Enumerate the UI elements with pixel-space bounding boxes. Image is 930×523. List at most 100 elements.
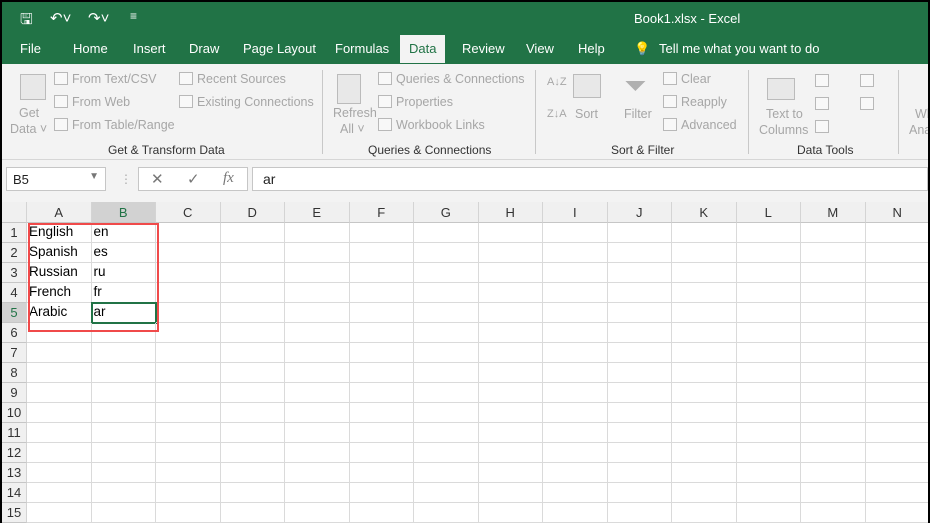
cell-K11[interactable]: [672, 423, 737, 443]
cell-A5[interactable]: Arabic: [27, 303, 92, 323]
cell-I12[interactable]: [543, 443, 608, 463]
cell-N6[interactable]: [865, 323, 928, 343]
cell-M13[interactable]: [801, 463, 866, 483]
cell-B15[interactable]: [91, 503, 156, 523]
cell-J6[interactable]: [607, 323, 672, 343]
cell-L11[interactable]: [736, 423, 801, 443]
cell-B2[interactable]: es: [91, 243, 156, 263]
cell-B11[interactable]: [91, 423, 156, 443]
cell-M12[interactable]: [801, 443, 866, 463]
cell-G12[interactable]: [414, 443, 479, 463]
cell-J2[interactable]: [607, 243, 672, 263]
cell-C8[interactable]: [156, 363, 221, 383]
cell-F12[interactable]: [349, 443, 414, 463]
row-header-5[interactable]: 5: [2, 303, 27, 323]
cell-L13[interactable]: [736, 463, 801, 483]
cell-I3[interactable]: [543, 263, 608, 283]
reapply-button[interactable]: Reapply: [663, 95, 727, 109]
cell-M7[interactable]: [801, 343, 866, 363]
cell-E13[interactable]: [285, 463, 350, 483]
column-header-F[interactable]: F: [349, 202, 414, 223]
cell-N8[interactable]: [865, 363, 928, 383]
cell-C13[interactable]: [156, 463, 221, 483]
cell-I7[interactable]: [543, 343, 608, 363]
cell-J1[interactable]: [607, 223, 672, 243]
cell-H11[interactable]: [478, 423, 543, 443]
cell-F8[interactable]: [349, 363, 414, 383]
cell-N7[interactable]: [865, 343, 928, 363]
tab-view[interactable]: View: [526, 34, 554, 64]
cell-G1[interactable]: [414, 223, 479, 243]
cell-K12[interactable]: [672, 443, 737, 463]
cell-I11[interactable]: [543, 423, 608, 443]
cell-H8[interactable]: [478, 363, 543, 383]
cell-A4[interactable]: French: [27, 283, 92, 303]
cell-G7[interactable]: [414, 343, 479, 363]
properties-button[interactable]: Properties: [378, 95, 453, 109]
cell-C6[interactable]: [156, 323, 221, 343]
tab-data[interactable]: Data: [397, 33, 448, 65]
cell-B13[interactable]: [91, 463, 156, 483]
cell-L15[interactable]: [736, 503, 801, 523]
row-header-11[interactable]: 11: [2, 423, 27, 443]
cell-I1[interactable]: [543, 223, 608, 243]
cell-H9[interactable]: [478, 383, 543, 403]
cell-M11[interactable]: [801, 423, 866, 443]
cell-M5[interactable]: [801, 303, 866, 323]
cell-E11[interactable]: [285, 423, 350, 443]
cell-K10[interactable]: [672, 403, 737, 423]
cell-A6[interactable]: [27, 323, 92, 343]
text-to-columns-button[interactable]: Text to: [766, 107, 803, 121]
cell-F14[interactable]: [349, 483, 414, 503]
cell-D5[interactable]: [220, 303, 285, 323]
cell-B8[interactable]: [91, 363, 156, 383]
cell-E9[interactable]: [285, 383, 350, 403]
column-header-D[interactable]: D: [220, 202, 285, 223]
from-text-csv-button[interactable]: From Text/CSV: [54, 72, 157, 86]
cell-N14[interactable]: [865, 483, 928, 503]
cell-B4[interactable]: fr: [91, 283, 156, 303]
cell-D13[interactable]: [220, 463, 285, 483]
cell-J10[interactable]: [607, 403, 672, 423]
column-header-C[interactable]: C: [156, 202, 221, 223]
cell-H2[interactable]: [478, 243, 543, 263]
cell-A11[interactable]: [27, 423, 92, 443]
cancel-icon[interactable]: ✕: [151, 170, 164, 188]
cell-L7[interactable]: [736, 343, 801, 363]
cell-M6[interactable]: [801, 323, 866, 343]
refresh-all-dropdown[interactable]: All ˅: [340, 122, 365, 136]
cell-E10[interactable]: [285, 403, 350, 423]
cell-I8[interactable]: [543, 363, 608, 383]
cell-N1[interactable]: [865, 223, 928, 243]
cell-F9[interactable]: [349, 383, 414, 403]
cell-B1[interactable]: en: [91, 223, 156, 243]
data-validation-icon[interactable]: [815, 120, 829, 133]
cell-K6[interactable]: [672, 323, 737, 343]
cell-I13[interactable]: [543, 463, 608, 483]
column-header-G[interactable]: G: [414, 202, 479, 223]
row-header-9[interactable]: 9: [2, 383, 27, 403]
customize-icon[interactable]: ≡: [130, 9, 137, 23]
column-header-E[interactable]: E: [285, 202, 350, 223]
row-header-7[interactable]: 7: [2, 343, 27, 363]
relationships-icon[interactable]: [860, 97, 874, 110]
cell-L4[interactable]: [736, 283, 801, 303]
cell-K1[interactable]: [672, 223, 737, 243]
tab-formulas[interactable]: Formulas: [335, 34, 389, 64]
cell-D1[interactable]: [220, 223, 285, 243]
cell-H3[interactable]: [478, 263, 543, 283]
cell-C15[interactable]: [156, 503, 221, 523]
cell-F15[interactable]: [349, 503, 414, 523]
consolidate-icon[interactable]: [860, 74, 874, 87]
cell-M15[interactable]: [801, 503, 866, 523]
cell-G8[interactable]: [414, 363, 479, 383]
cell-H12[interactable]: [478, 443, 543, 463]
cell-G2[interactable]: [414, 243, 479, 263]
row-header-10[interactable]: 10: [2, 403, 27, 423]
recent-sources-button[interactable]: Recent Sources: [179, 72, 286, 86]
cell-E1[interactable]: [285, 223, 350, 243]
cell-B12[interactable]: [91, 443, 156, 463]
cell-E8[interactable]: [285, 363, 350, 383]
tab-file[interactable]: File: [20, 34, 41, 64]
insert-function-icon[interactable]: fx: [223, 170, 234, 187]
